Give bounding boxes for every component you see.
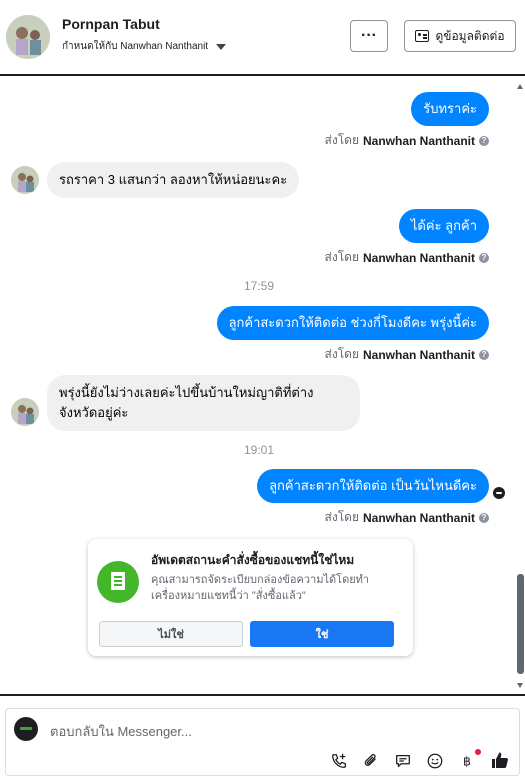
sent-by-name: Nanwhan Nanthanit xyxy=(362,250,475,265)
seen-avatar-icon xyxy=(493,487,505,499)
sent-by-label: ส่งโดย Nanwhan Nanthanit ? xyxy=(325,248,489,267)
yes-button[interactable]: ใช่ xyxy=(250,621,394,647)
sent-by-prefix: ส่งโดย xyxy=(324,510,359,524)
sent-by-prefix: ส่งโดย xyxy=(324,347,359,361)
view-contact-info-label: ดูข้อมูลติดต่อ xyxy=(435,28,505,43)
thread-scrollbar[interactable] xyxy=(516,78,525,694)
attachment-icon[interactable] xyxy=(361,751,381,771)
receipt-icon xyxy=(97,561,139,603)
info-icon[interactable]: ? xyxy=(479,252,489,263)
contact-name[interactable]: Pornpan Tabut xyxy=(62,16,160,32)
message-incoming: พรุ่งนี้ยังไม่ว่างเลยค่ะไปขึ้นบ้านใหม่ญา… xyxy=(47,375,360,431)
no-button[interactable]: ไม่ใช่ xyxy=(99,621,243,647)
reply-input[interactable] xyxy=(50,721,490,741)
order-status-prompt-card: อัพเดตสถานะคำสั่งซื้อของแชทนี้ใช่ไหม คุณ… xyxy=(88,539,413,656)
svg-text:฿: ฿ xyxy=(463,754,471,769)
payment-icon[interactable]: ฿ xyxy=(457,751,477,771)
sent-by-name: Nanwhan Nanthanit xyxy=(362,133,475,148)
card-description: คุณสามารถจัดระเบียบกล่องข้อความได้โดยทำเ… xyxy=(151,574,370,602)
info-icon[interactable]: ? xyxy=(479,135,489,146)
message-incoming: รถราคา 3 แสนกว่า ลองหาให้หน่อยนะคะ xyxy=(47,162,300,198)
card-title: อัพเดตสถานะคำสั่งซื้อของแชทนี้ใช่ไหม xyxy=(151,553,355,567)
notification-dot xyxy=(475,749,481,755)
timestamp: 19:01 xyxy=(244,443,275,457)
message-outgoing: รับทราค่ะ xyxy=(411,92,489,126)
info-icon[interactable]: ? xyxy=(479,349,489,360)
sent-by-label: ส่งโดย Nanwhan Nanthanit ? xyxy=(325,508,489,527)
contact-avatar[interactable] xyxy=(6,15,50,59)
sent-by-name: Nanwhan Nanthanit xyxy=(362,510,475,525)
more-options-button[interactable]: ··· xyxy=(350,20,388,52)
assignee-dropdown[interactable]: กำหนดให้กับ Nanwhan Nanthanit xyxy=(62,39,227,54)
contact-card-icon xyxy=(415,30,430,42)
sent-by-label: ส่งโดย Nanwhan Nanthanit ? xyxy=(325,345,489,364)
page-avatar xyxy=(14,717,38,741)
assignee-label: กำหนดให้กับ Nanwhan Nanthanit xyxy=(62,41,209,52)
like-icon[interactable] xyxy=(489,749,511,771)
sent-by-name: Nanwhan Nanthanit xyxy=(362,347,475,362)
composer-divider xyxy=(0,694,525,696)
message-outgoing: ได้ค่ะ ลูกค้า xyxy=(398,209,489,243)
timestamp: 17:59 xyxy=(244,279,275,293)
call-add-icon[interactable] xyxy=(329,751,349,771)
sent-by-label: ส่งโดย Nanwhan Nanthanit ? xyxy=(325,131,489,150)
message-outgoing: ลูกค้าสะดวกให้ติดต่อ เป็นวันไหนดีคะ xyxy=(257,469,489,503)
scroll-down-icon[interactable] xyxy=(517,683,523,688)
contact-avatar-small xyxy=(11,166,39,194)
contact-avatar-small xyxy=(11,398,39,426)
sent-by-prefix: ส่งโดย xyxy=(324,133,359,147)
saved-reply-icon[interactable] xyxy=(393,751,413,771)
emoji-icon[interactable] xyxy=(425,751,445,771)
chevron-down-icon xyxy=(216,43,227,50)
scrollbar-thumb[interactable] xyxy=(517,574,524,674)
conversation-header: Pornpan Tabut กำหนดให้กับ Nanwhan Nantha… xyxy=(0,0,525,76)
reply-composer: ฿ xyxy=(5,708,520,776)
message-outgoing: ลูกค้าสะดวกให้ติดต่อ ช่วงกี่โมงดีคะ พรุ่… xyxy=(216,306,489,340)
scroll-up-icon[interactable] xyxy=(517,84,523,89)
view-contact-info-button[interactable]: ดูข้อมูลติดต่อ xyxy=(404,20,516,52)
sent-by-prefix: ส่งโดย xyxy=(324,250,359,264)
info-icon[interactable]: ? xyxy=(479,512,489,523)
